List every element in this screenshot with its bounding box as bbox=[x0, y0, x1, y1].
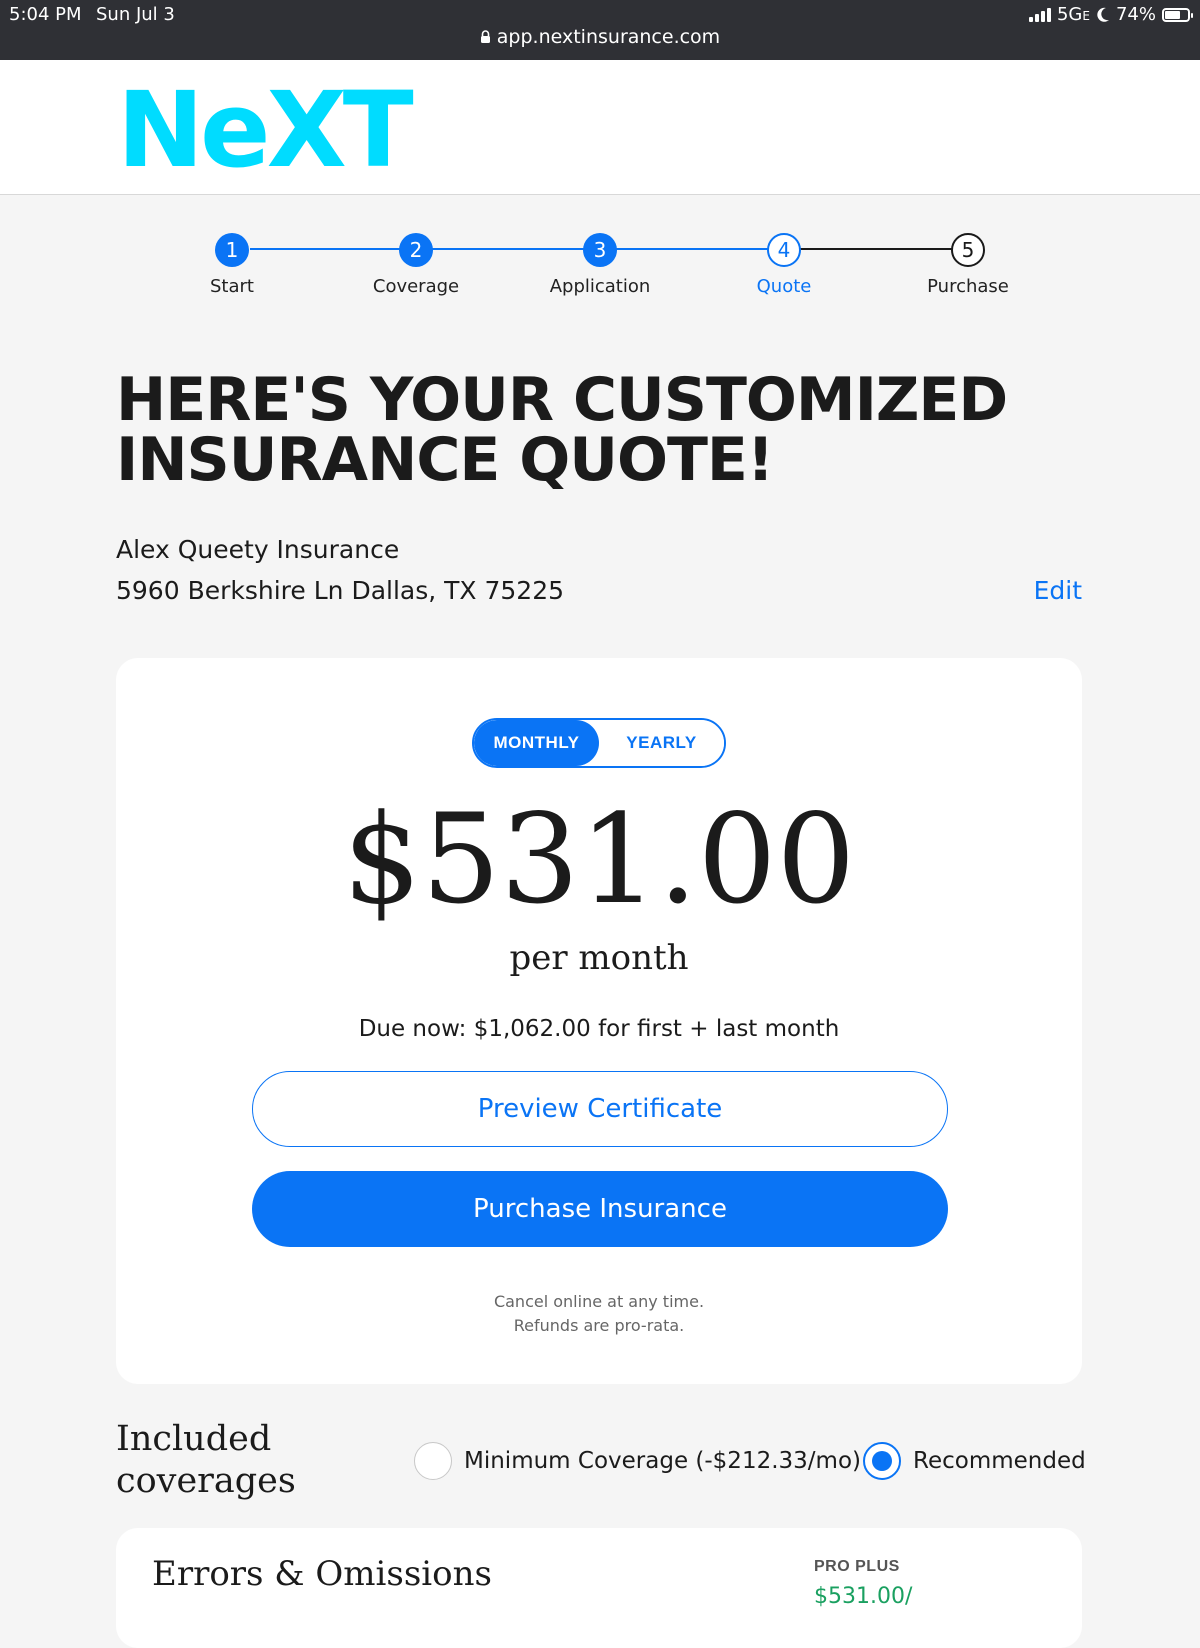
page-title: HERE'S YOUR CUSTOMIZED INSURANCE QUOTE! bbox=[116, 365, 1008, 495]
step-connector bbox=[786, 248, 966, 250]
step-2-label: Coverage bbox=[372, 276, 460, 297]
price-period: per month bbox=[509, 938, 689, 978]
recommended-label: Recommended bbox=[913, 1448, 1086, 1474]
network-suffix: E bbox=[1082, 9, 1090, 23]
status-indicators: 5GE 74% bbox=[1028, 4, 1193, 25]
coverage-name: Errors & Omissions bbox=[152, 1554, 492, 1594]
quote-card: MONTHLY YEARLY $531.00 per month Due now… bbox=[116, 658, 1082, 1384]
status-date: Sun Jul 3 bbox=[96, 4, 175, 25]
billing-toggle: MONTHLY YEARLY bbox=[472, 718, 726, 768]
coverages-title: Included coverages bbox=[116, 1419, 296, 1501]
step-5-circle: 5 bbox=[951, 233, 985, 267]
battery-icon bbox=[1162, 7, 1193, 22]
step-1-label: Start bbox=[210, 276, 254, 297]
business-address: 5960 Berkshire Ln Dallas, TX 75225 bbox=[116, 576, 565, 605]
step-3-circle: 3 bbox=[583, 233, 617, 267]
minimum-coverage-radio[interactable] bbox=[414, 1442, 452, 1480]
coverage-card: Errors & Omissions PRO PLUS $531.00/ bbox=[116, 1528, 1082, 1648]
step-5-label: Purchase bbox=[927, 276, 1009, 297]
next-logo[interactable]: NeXT bbox=[117, 78, 414, 182]
cancel-note-line: Cancel online at any time. bbox=[493, 1292, 705, 1311]
signal-icon bbox=[1028, 7, 1051, 22]
step-3-label: Application bbox=[549, 276, 651, 297]
moon-icon bbox=[1096, 7, 1110, 23]
business-name: Alex Queety Insurance bbox=[116, 535, 400, 564]
recommended-radio[interactable] bbox=[863, 1442, 901, 1480]
quote-price: $531.00 bbox=[342, 788, 856, 932]
due-now-text: Due now: $1,062.00 for first + last mont… bbox=[358, 1016, 840, 1042]
minimum-coverage-label: Minimum Coverage (-$212.33/mo) bbox=[464, 1448, 861, 1474]
status-bar: 5:04 PM Sun Jul 3 5GE 74% app.nextinsura… bbox=[0, 0, 1200, 60]
battery-percent: 74% bbox=[1115, 4, 1156, 25]
status-time: 5:04 PM bbox=[9, 4, 82, 25]
step-connector bbox=[250, 248, 786, 250]
refund-note-line: Refunds are pro-rata. bbox=[513, 1316, 685, 1335]
step-4-label: Quote bbox=[756, 276, 812, 297]
network-type: 5G bbox=[1056, 4, 1083, 25]
url-text: app.nextinsurance.com bbox=[496, 26, 721, 48]
edit-link[interactable]: Edit bbox=[1034, 576, 1082, 605]
network-label: 5GE bbox=[1057, 4, 1090, 25]
step-1-circle: 1 bbox=[215, 233, 249, 267]
url-bar[interactable]: app.nextinsurance.com bbox=[0, 26, 1200, 48]
progress-stepper: 1 2 3 4 5 Start Coverage Application Quo… bbox=[0, 228, 1200, 308]
preview-certificate-button[interactable]: Preview Certificate bbox=[252, 1071, 948, 1147]
site-header: NeXT bbox=[0, 60, 1200, 195]
coverage-price: $531.00/ bbox=[814, 1584, 913, 1609]
coverage-plan: PRO PLUS bbox=[814, 1558, 900, 1575]
purchase-insurance-button[interactable]: Purchase Insurance bbox=[252, 1171, 948, 1247]
step-2-circle: 2 bbox=[399, 233, 433, 267]
recommended-option[interactable]: Recommended bbox=[863, 1442, 1086, 1480]
cancel-note: Cancel online at any time. Refunds are p… bbox=[116, 1290, 1082, 1338]
minimum-coverage-option[interactable]: Minimum Coverage (-$212.33/mo) bbox=[414, 1442, 861, 1480]
yearly-toggle[interactable]: YEARLY bbox=[599, 720, 724, 766]
lock-icon bbox=[480, 30, 491, 44]
monthly-toggle[interactable]: MONTHLY bbox=[474, 720, 599, 766]
step-4-circle: 4 bbox=[767, 233, 801, 267]
